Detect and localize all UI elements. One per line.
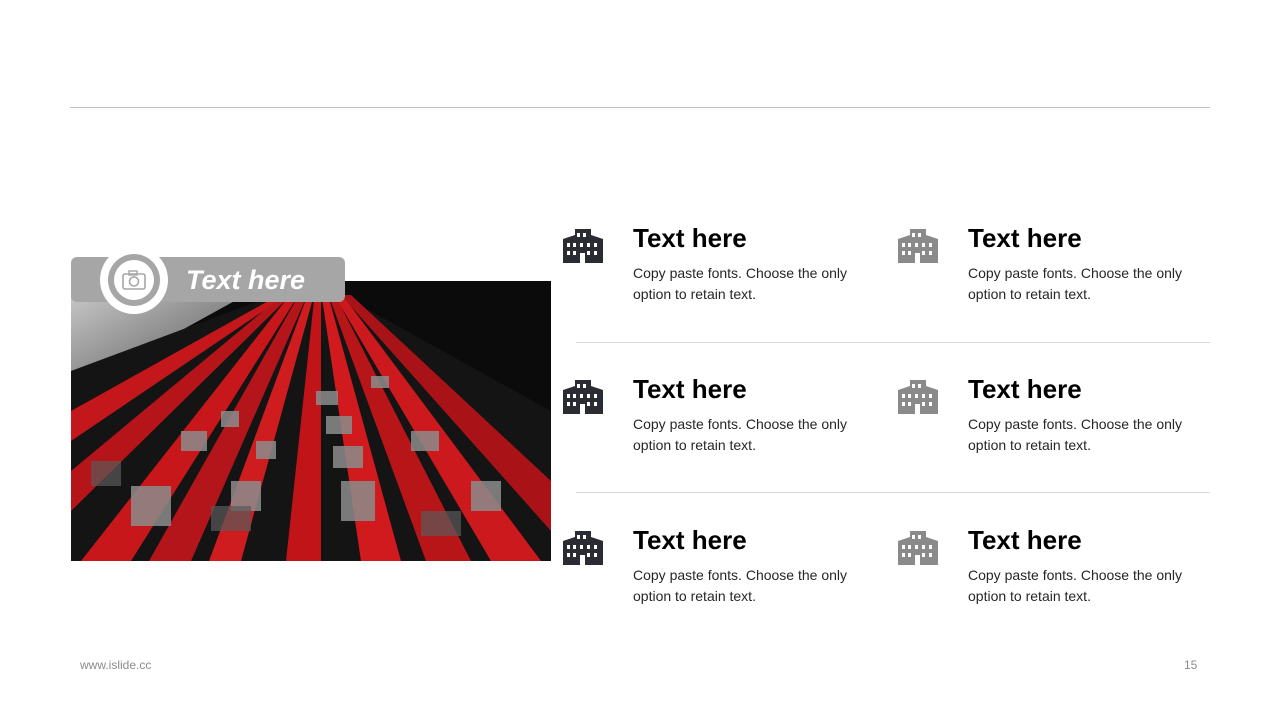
feature-title: Text here: [968, 223, 1082, 253]
feature-title: Text here: [633, 525, 747, 555]
feature-description: Copy paste fonts. Choose the only option…: [633, 265, 848, 302]
feature-item-2: Text here Copy paste fonts. Choose the o…: [896, 223, 1216, 333]
feature-item-1: Text here Copy paste fonts. Choose the o…: [561, 223, 881, 333]
top-divider: [70, 107, 1210, 108]
feature-description: Copy paste fonts. Choose the only option…: [633, 416, 848, 453]
feature-description: Copy paste fonts. Choose the only option…: [968, 265, 1183, 302]
feature-title: Text here: [633, 223, 747, 253]
feature-item-5: Text here Copy paste fonts. Choose the o…: [561, 525, 881, 635]
feature-item-6: Text here Copy paste fonts. Choose the o…: [896, 525, 1216, 635]
photo-caption: Text here: [186, 265, 306, 295]
building-icon: [898, 531, 938, 565]
feature-title: Text here: [633, 374, 747, 404]
camera-badge: [100, 246, 168, 314]
feature-description: Copy paste fonts. Choose the only option…: [968, 567, 1183, 604]
building-icon: [563, 229, 603, 263]
feature-description: Copy paste fonts. Choose the only option…: [968, 416, 1183, 453]
row-divider: [576, 342, 1210, 343]
building-icon: [898, 380, 938, 414]
footer-website: www.islide.cc: [80, 658, 152, 672]
feature-item-3: Text here Copy paste fonts. Choose the o…: [561, 374, 881, 484]
feature-title: Text here: [968, 525, 1082, 555]
building-photo: [71, 281, 551, 561]
row-divider: [576, 492, 1210, 493]
building-icon: [563, 380, 603, 414]
feature-title: Text here: [968, 374, 1082, 404]
feature-description: Copy paste fonts. Choose the only option…: [633, 567, 848, 604]
feature-item-4: Text here Copy paste fonts. Choose the o…: [896, 374, 1216, 484]
building-icon: [563, 531, 603, 565]
building-icon: [898, 229, 938, 263]
camera-icon: [122, 270, 146, 290]
page-number: 15: [1184, 658, 1198, 672]
